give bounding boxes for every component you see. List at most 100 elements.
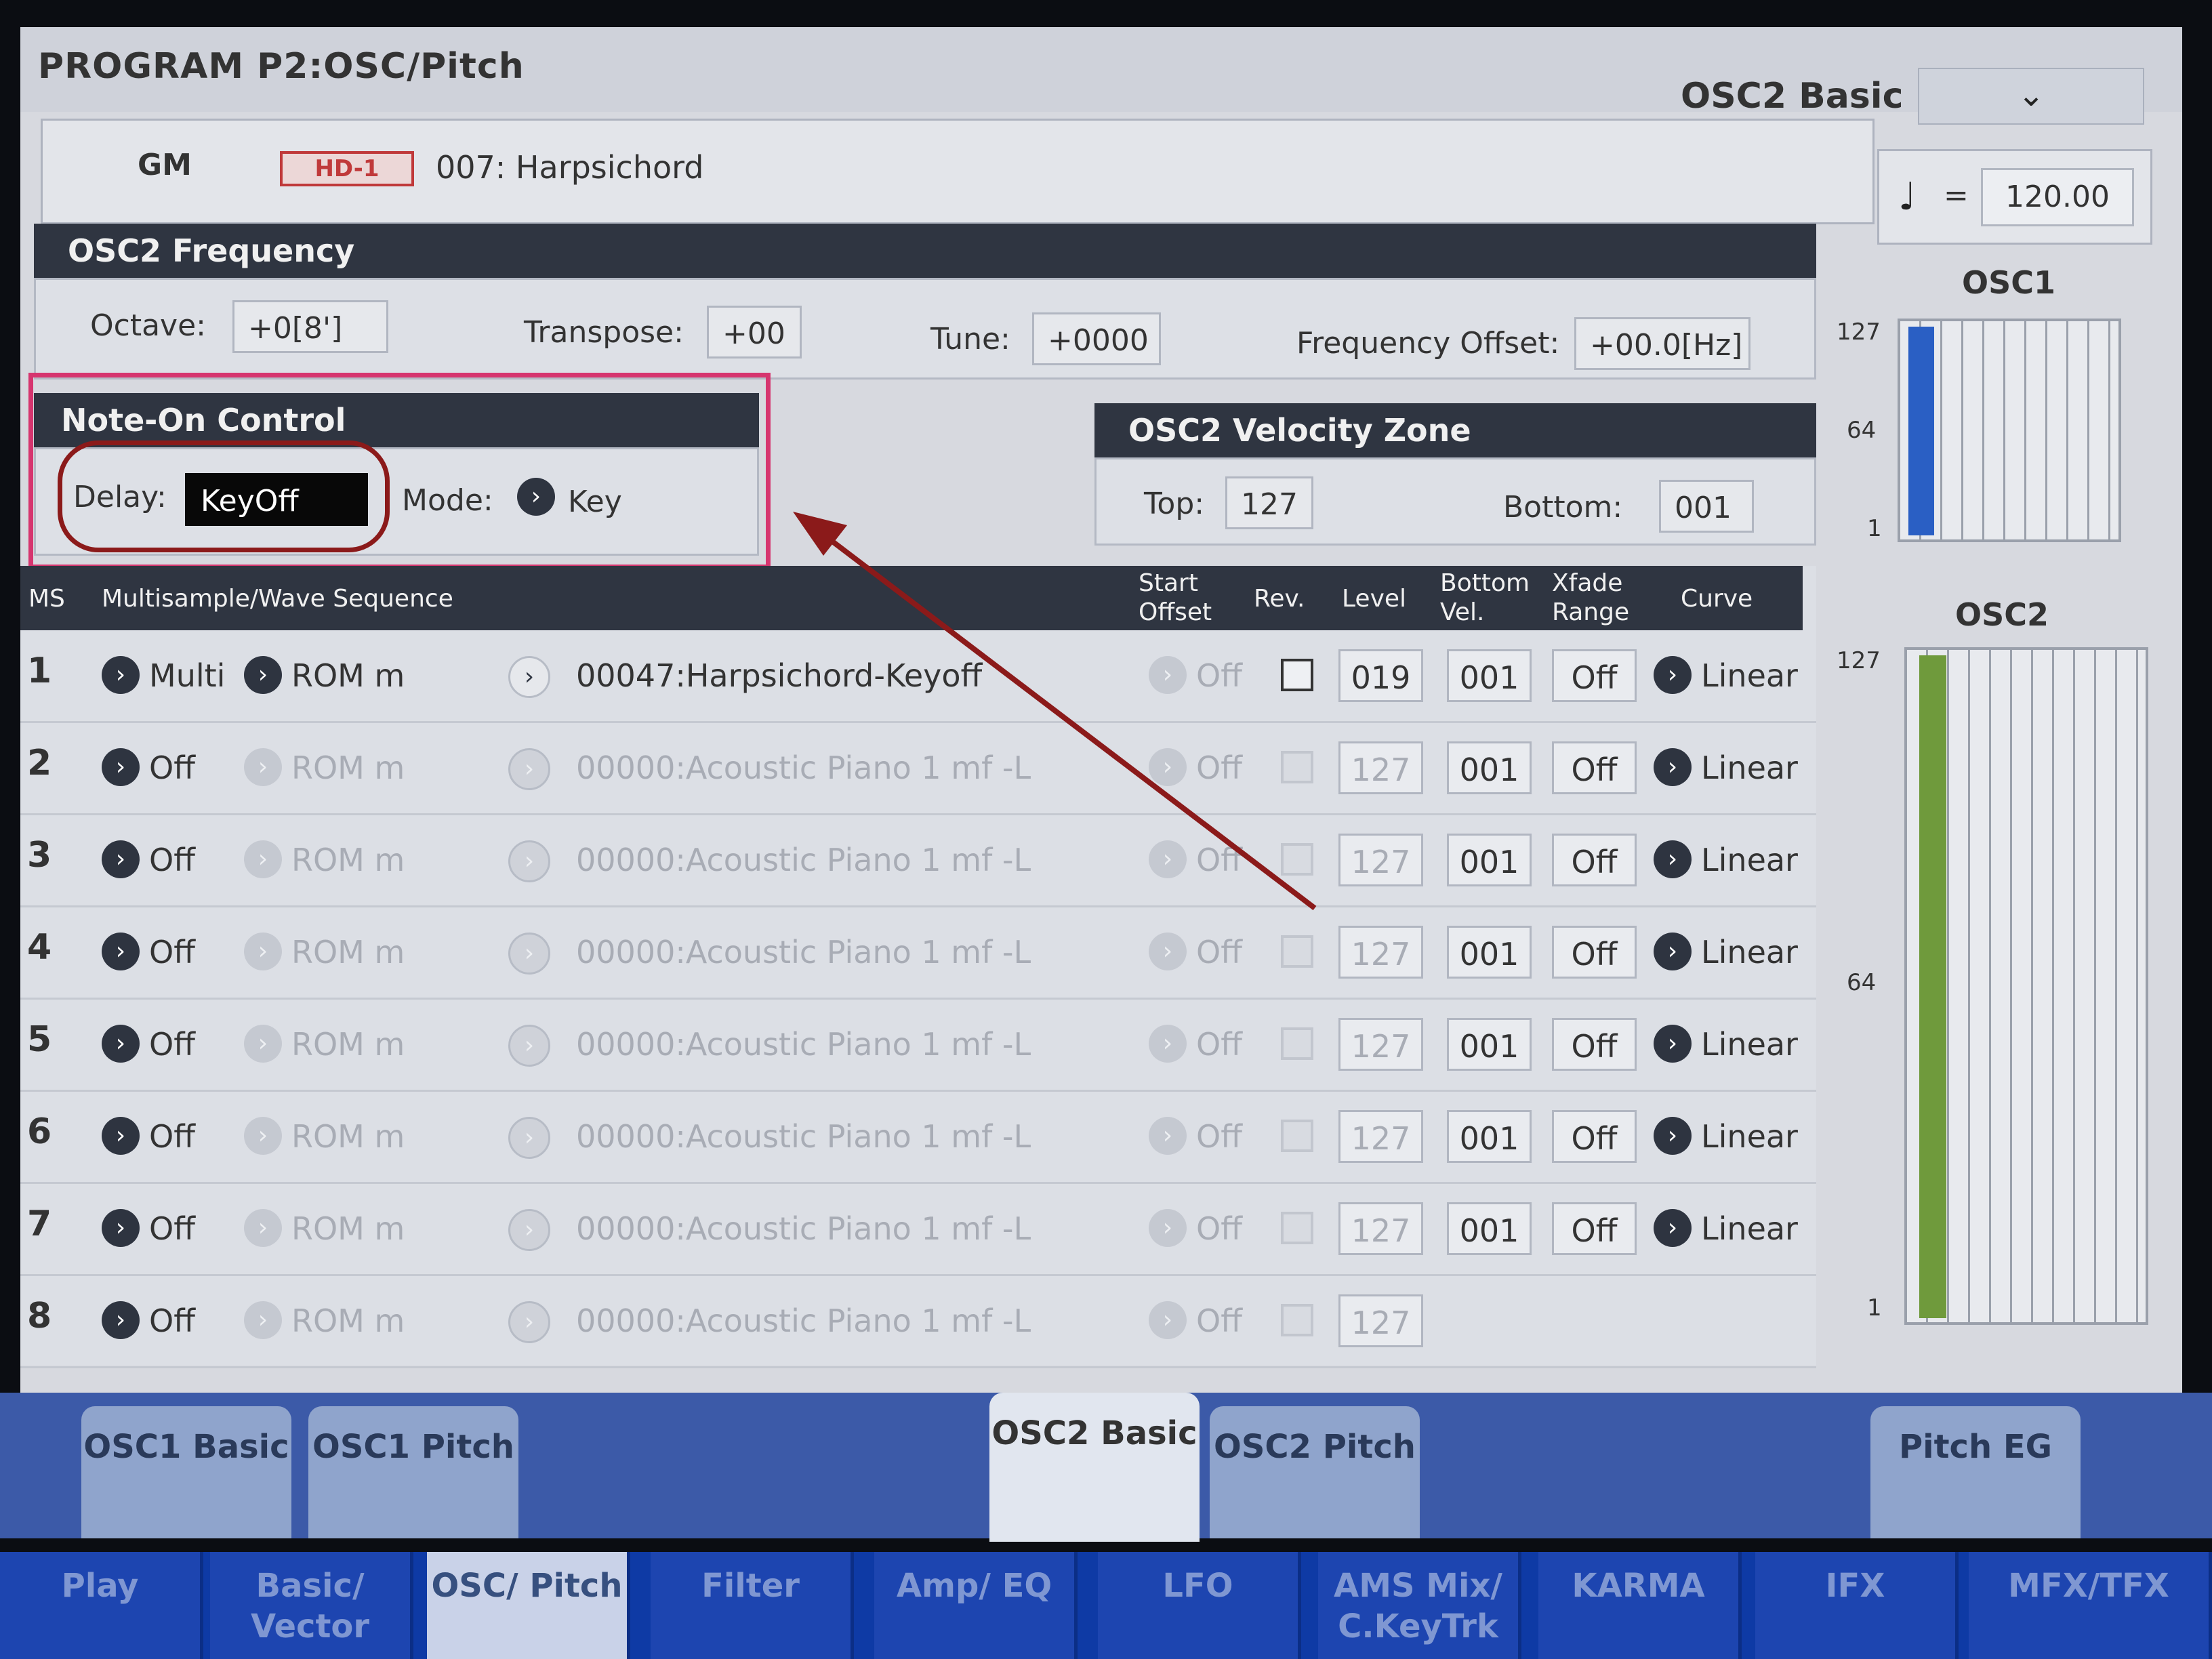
wave-name[interactable]: 00000:Acoustic Piano 1 mf -L <box>576 1026 1031 1063</box>
wave-name[interactable]: 00000:Acoustic Piano 1 mf -L <box>576 1303 1031 1339</box>
bottom-vel-field[interactable]: 001 <box>1447 834 1532 886</box>
octave-field[interactable]: +0[8'] <box>232 300 388 353</box>
level-field[interactable]: 127 <box>1338 1018 1423 1071</box>
tab-basic-vector[interactable]: Basic/ Vector <box>210 1552 413 1659</box>
osc-type[interactable]: Off <box>149 1303 195 1339</box>
wave-select-icon[interactable]: › <box>508 748 550 790</box>
wave-select-icon[interactable]: › <box>508 1301 550 1343</box>
curve-value[interactable]: Linear <box>1701 1026 1798 1063</box>
bank-select-icon[interactable]: › <box>244 1025 282 1063</box>
offset-select-icon[interactable]: › <box>1149 840 1187 878</box>
wave-select-icon[interactable]: › <box>508 933 550 975</box>
wave-select-icon[interactable]: › <box>508 1117 550 1159</box>
tab-pitch-eg[interactable]: Pitch EG <box>1870 1406 2081 1538</box>
xfade-range-field[interactable]: Off <box>1552 1202 1637 1255</box>
xfade-range-field[interactable]: Off <box>1552 834 1637 886</box>
tab-ams-mix[interactable]: AMS Mix/ C.KeyTrk <box>1318 1552 1521 1659</box>
start-offset[interactable]: Off <box>1196 1026 1242 1063</box>
page-dropdown[interactable]: ⌄ <box>1918 68 2144 125</box>
curve-select-icon[interactable]: › <box>1654 748 1692 786</box>
table-row[interactable]: 8 › Off › ROM m › 00000:Acoustic Piano 1 mf -L… <box>20 1275 1816 1368</box>
bank-select-icon[interactable]: › <box>244 1209 282 1247</box>
wave-name[interactable]: 00000:Acoustic Piano 1 mf -L <box>576 842 1031 878</box>
bottom-vel-field[interactable]: 001 <box>1447 1110 1532 1163</box>
tab-filter[interactable]: Filter <box>651 1552 854 1659</box>
xfade-range-field[interactable]: Off <box>1552 741 1637 794</box>
osc-type[interactable]: Off <box>149 1026 195 1063</box>
transpose-field[interactable]: +00 <box>707 306 802 359</box>
start-offset[interactable]: Off <box>1196 842 1242 878</box>
bank-select-icon[interactable]: › <box>244 933 282 970</box>
osc-type[interactable]: Off <box>149 934 195 970</box>
offset-select-icon[interactable]: › <box>1149 656 1187 694</box>
bottom-vel-field[interactable]: 001 <box>1447 649 1532 702</box>
level-field[interactable]: 127 <box>1338 1202 1423 1255</box>
bottom-vel-field[interactable]: 001 <box>1447 1202 1532 1255</box>
level-field[interactable]: 127 <box>1338 1294 1423 1347</box>
offset-select-icon[interactable]: › <box>1149 748 1187 786</box>
curve-select-icon[interactable]: › <box>1654 1209 1692 1247</box>
type-select-icon[interactable]: › <box>102 1025 140 1063</box>
osc-type[interactable]: Off <box>149 842 195 878</box>
rom-bank[interactable]: ROM m <box>291 842 405 878</box>
reverse-checkbox[interactable] <box>1281 935 1313 968</box>
start-offset[interactable]: Off <box>1196 657 1242 694</box>
level-field[interactable]: 127 <box>1338 834 1423 886</box>
offset-select-icon[interactable]: › <box>1149 933 1187 970</box>
offset-select-icon[interactable]: › <box>1149 1117 1187 1155</box>
tab-mfx-tfx[interactable]: MFX/TFX <box>1969 1552 2212 1659</box>
tab-osc2-basic[interactable]: OSC2 Basic <box>989 1393 1200 1542</box>
osc-type[interactable]: Off <box>149 750 195 786</box>
reverse-checkbox[interactable] <box>1281 751 1313 783</box>
bank-select-icon[interactable]: › <box>244 656 282 694</box>
offset-select-icon[interactable]: › <box>1149 1301 1187 1339</box>
wave-name[interactable]: 00000:Acoustic Piano 1 mf -L <box>576 1118 1031 1155</box>
rom-bank[interactable]: ROM m <box>291 1303 405 1339</box>
table-row[interactable]: 2 › Off › ROM m › 00000:Acoustic Piano 1 mf -L… <box>20 722 1816 815</box>
xfade-range-field[interactable]: Off <box>1552 926 1637 979</box>
offset-select-icon[interactable]: › <box>1149 1025 1187 1063</box>
curve-value[interactable]: Linear <box>1701 750 1798 786</box>
bank-select-icon[interactable]: › <box>244 840 282 878</box>
tab-osc2-pitch[interactable]: OSC2 Pitch <box>1210 1406 1420 1538</box>
reverse-checkbox[interactable] <box>1281 659 1313 691</box>
start-offset[interactable]: Off <box>1196 1303 1242 1339</box>
tab-osc1-pitch[interactable]: OSC1 Pitch <box>308 1406 518 1538</box>
tempo-field[interactable]: 120.00 <box>1981 168 2134 226</box>
reverse-checkbox[interactable] <box>1281 1212 1313 1244</box>
tab-lfo[interactable]: LFO <box>1098 1552 1301 1659</box>
tab-ifx[interactable]: IFX <box>1755 1552 1959 1659</box>
rom-bank[interactable]: ROM m <box>291 1210 405 1247</box>
start-offset[interactable]: Off <box>1196 750 1242 786</box>
curve-select-icon[interactable]: › <box>1654 656 1692 694</box>
table-row[interactable]: 1 › Multi › ROM m › 00047:Harpsichord-Keyoff › O… <box>20 630 1816 723</box>
table-row[interactable]: 4 › Off › ROM m › 00000:Acoustic Piano 1 mf -L… <box>20 907 1816 1000</box>
bank-select-icon[interactable]: › <box>244 748 282 786</box>
rom-bank[interactable]: ROM m <box>291 934 405 970</box>
bottom-vel-field[interactable]: 001 <box>1447 926 1532 979</box>
curve-select-icon[interactable]: › <box>1654 1117 1692 1155</box>
level-field[interactable]: 019 <box>1338 649 1423 702</box>
tab-karma[interactable]: KARMA <box>1538 1552 1742 1659</box>
type-select-icon[interactable]: › <box>102 748 140 786</box>
page-select-label[interactable]: OSC2 Basic <box>1681 76 1903 117</box>
reverse-checkbox[interactable] <box>1281 843 1313 876</box>
bank-select-icon[interactable]: › <box>244 1301 282 1339</box>
type-select-icon[interactable]: › <box>102 1209 140 1247</box>
tab-osc-pitch[interactable]: OSC/ Pitch <box>427 1552 630 1659</box>
tab-amp-eq[interactable]: Amp/ EQ <box>874 1552 1078 1659</box>
reverse-checkbox[interactable] <box>1281 1027 1313 1060</box>
reverse-checkbox[interactable] <box>1281 1120 1313 1152</box>
wave-name[interactable]: 00047:Harpsichord-Keyoff <box>576 657 982 694</box>
xfade-range-field[interactable]: Off <box>1552 649 1637 702</box>
tune-field[interactable]: +0000 <box>1032 312 1161 365</box>
program-bar[interactable]: GM HD-1 007: Harpsichord <box>41 119 1875 224</box>
curve-value[interactable]: Linear <box>1701 934 1798 970</box>
rom-bank[interactable]: ROM m <box>291 1026 405 1063</box>
xfade-range-field[interactable]: Off <box>1552 1018 1637 1071</box>
frequency-offset-field[interactable]: +00.0[Hz] <box>1574 317 1750 370</box>
curve-select-icon[interactable]: › <box>1654 840 1692 878</box>
tab-play[interactable]: Play <box>0 1552 203 1659</box>
table-row[interactable]: 6 › Off › ROM m › 00000:Acoustic Piano 1 mf -L… <box>20 1091 1816 1184</box>
osc-type[interactable]: Off <box>149 1210 195 1247</box>
